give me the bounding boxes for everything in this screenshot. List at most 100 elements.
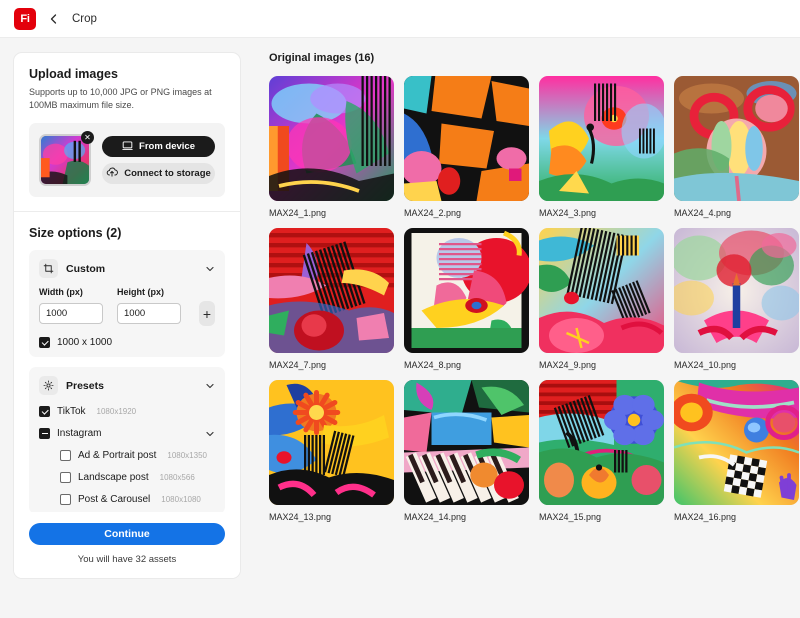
checkbox-icon[interactable] — [60, 450, 71, 461]
checkbox-icon[interactable] — [60, 472, 71, 483]
gallery-item[interactable]: MAX24_3.png — [539, 76, 664, 218]
from-device-label: From device — [139, 141, 195, 152]
upload-actions: From device Connect to storage — [102, 136, 215, 184]
gallery-item-filename: MAX24_13.png — [269, 512, 394, 522]
preset-item[interactable]: Ad & Portrait post1080x1350 — [39, 450, 215, 461]
preset-item[interactable]: TikTok 1080x1920 — [39, 406, 215, 417]
assets-count-note: You will have 32 assets — [29, 554, 225, 565]
gallery-item-filename: MAX24_10.png — [674, 360, 799, 370]
gallery-item-filename: MAX24_16.png — [674, 512, 799, 522]
upload-section: Upload images Supports up to 10,000 JPG … — [14, 53, 240, 211]
crop-icon — [39, 259, 58, 278]
from-device-button[interactable]: From device — [102, 136, 215, 157]
monitor-icon — [122, 140, 133, 154]
gallery-item-filename: MAX24_15.png — [539, 512, 664, 522]
gallery-thumbnail[interactable] — [539, 380, 664, 505]
presets-label: Presets — [66, 380, 197, 392]
upload-title: Upload images — [29, 67, 225, 81]
gallery-thumbnail[interactable] — [539, 76, 664, 201]
checkbox-icon[interactable] — [60, 494, 71, 505]
size-preset-1000x1000[interactable]: 1000 x 1000 — [39, 337, 215, 348]
gallery-thumbnail[interactable] — [404, 76, 529, 201]
gallery-thumbnail[interactable] — [674, 76, 799, 201]
gallery-item[interactable]: MAX24_9.png — [539, 228, 664, 370]
image-grid: MAX24_1.png MAX24_2.png — [269, 76, 800, 522]
custom-size-header[interactable]: Custom — [39, 259, 215, 278]
gallery-thumbnail[interactable] — [269, 380, 394, 505]
gallery-thumbnail[interactable] — [404, 380, 529, 505]
checkbox-icon[interactable] — [39, 337, 50, 348]
gallery-item[interactable]: MAX24_1.png — [269, 76, 394, 218]
gallery-item-filename: MAX24_3.png — [539, 208, 664, 218]
gallery-item-filename: MAX24_4.png — [674, 208, 799, 218]
sidebar-footer: Continue You will have 32 assets — [14, 512, 240, 578]
preset-item-dims: 1080x1350 — [167, 451, 207, 460]
custom-size-label: Custom — [66, 263, 197, 275]
gallery-item-filename: MAX24_7.png — [269, 360, 394, 370]
custom-size-card: Custom Width (px) Height (px) — [29, 250, 225, 357]
presets-card: Presets TikTok 1080x1920 Instagram Ad & Por… — [29, 367, 225, 512]
connect-storage-label: Connect to storage — [124, 168, 211, 179]
size-preset-label: 1000 x 1000 — [57, 337, 112, 348]
chevron-down-icon[interactable] — [205, 264, 215, 274]
gallery-item[interactable]: MAX24_8.png — [404, 228, 529, 370]
upload-dropzone[interactable]: ✕ From device — [29, 123, 225, 197]
sidebar-scroll-area[interactable]: Upload images Supports up to 10,000 JPG … — [14, 53, 240, 512]
preset-item[interactable]: Post & Carousel 1080x1080 — [39, 494, 215, 505]
gallery-thumbnail[interactable] — [674, 228, 799, 353]
app-logo: Fi — [14, 8, 36, 30]
checkbox-icon[interactable] — [39, 406, 50, 417]
gallery-item[interactable]: MAX24_4.png — [674, 76, 799, 218]
chevron-down-icon[interactable] — [205, 381, 215, 391]
size-field-labels: Width (px) Height (px) — [39, 287, 215, 297]
preset-item-label: Instagram — [57, 428, 101, 439]
add-size-button[interactable]: + — [199, 301, 215, 326]
main-body: Upload images Supports up to 10,000 JPG … — [0, 38, 800, 618]
crop-app-window: Fi Crop Upload images Supports up to 10,… — [0, 0, 800, 618]
preset-item-dims: 1080x1920 — [97, 407, 137, 416]
gallery-item[interactable]: MAX24_14.png — [404, 380, 529, 522]
preset-item-dims: 1080x1080 — [161, 495, 201, 504]
preset-item-label: Post & Carousel — [78, 494, 150, 505]
continue-button[interactable]: Continue — [29, 523, 225, 545]
gallery-panel: Original images (16) MAX24_1.png — [241, 38, 800, 618]
close-icon[interactable]: ✕ — [81, 131, 94, 144]
size-options-section: Size options (2) Custom Wi — [14, 212, 240, 512]
gallery-item-filename: MAX24_14.png — [404, 512, 529, 522]
gallery-item[interactable]: MAX24_2.png — [404, 76, 529, 218]
cloud-upload-icon — [106, 166, 118, 181]
size-fields: + — [39, 301, 215, 326]
connect-storage-button[interactable]: Connect to storage — [102, 163, 215, 184]
height-input[interactable] — [117, 303, 181, 324]
gallery-title: Original images (16) — [269, 52, 800, 64]
presets-header[interactable]: Presets — [39, 376, 215, 395]
gear-icon — [39, 376, 58, 395]
gallery-item[interactable]: MAX24_7.png — [269, 228, 394, 370]
gallery-item[interactable]: MAX24_10.png — [674, 228, 799, 370]
gallery-thumbnail[interactable] — [674, 380, 799, 505]
top-bar: Fi Crop — [0, 0, 800, 38]
gallery-thumbnail[interactable] — [539, 228, 664, 353]
checkbox-icon[interactable] — [39, 428, 50, 439]
breadcrumb[interactable]: Crop — [72, 13, 97, 25]
gallery-thumbnail[interactable] — [269, 228, 394, 353]
gallery-thumbnail[interactable] — [269, 76, 394, 201]
uploaded-thumbnail-wrap: ✕ — [39, 134, 91, 186]
upload-subtitle: Supports up to 10,000 JPG or PNG images … — [29, 86, 225, 112]
preset-item-label: TikTok — [57, 406, 86, 417]
preset-item[interactable]: Landscape post1080x566 — [39, 472, 215, 483]
size-options-title: Size options (2) — [29, 226, 225, 240]
gallery-item-filename: MAX24_9.png — [539, 360, 664, 370]
settings-sidebar: Upload images Supports up to 10,000 JPG … — [13, 52, 241, 579]
gallery-item[interactable]: MAX24_16.png — [674, 380, 799, 522]
presets-list: TikTok 1080x1920 Instagram Ad & Portrait po… — [39, 406, 215, 505]
gallery-item-filename: MAX24_2.png — [404, 208, 529, 218]
chevron-left-icon[interactable] — [46, 11, 62, 27]
chevron-down-icon[interactable] — [205, 429, 215, 439]
gallery-item[interactable]: MAX24_15.png — [539, 380, 664, 522]
width-input[interactable] — [39, 303, 103, 324]
gallery-item[interactable]: MAX24_13.png — [269, 380, 394, 522]
gallery-item-filename: MAX24_8.png — [404, 360, 529, 370]
preset-item[interactable]: Instagram — [39, 428, 215, 439]
gallery-thumbnail[interactable] — [404, 228, 529, 353]
